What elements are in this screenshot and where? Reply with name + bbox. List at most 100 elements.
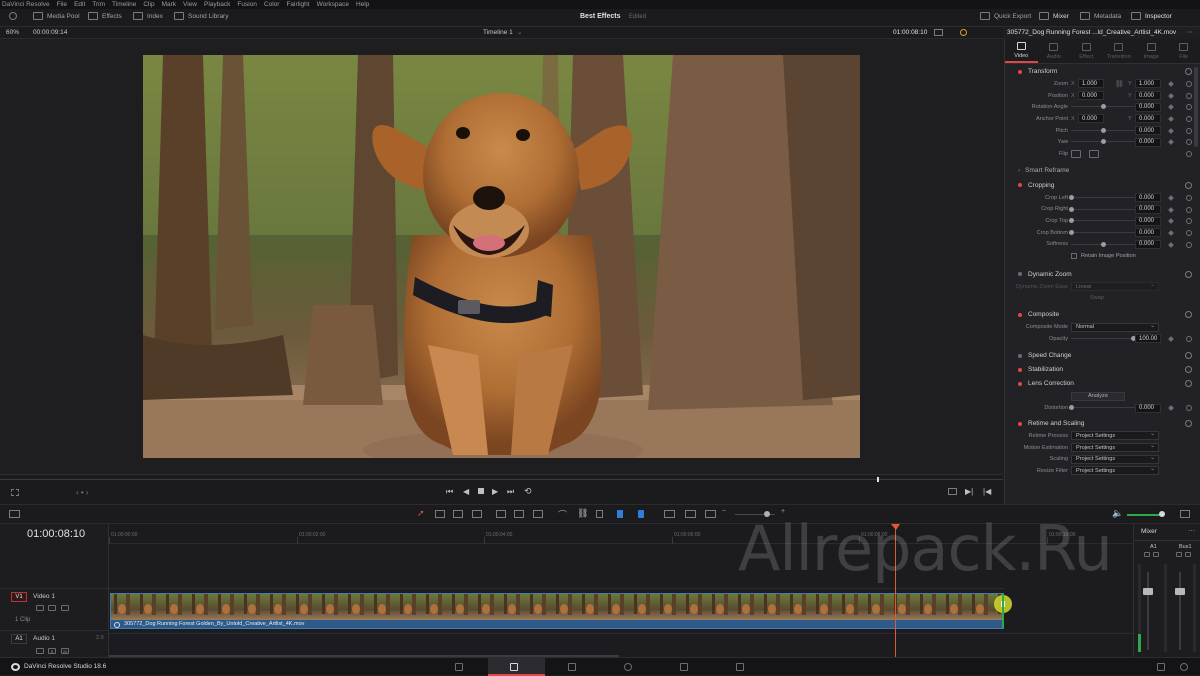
reset-icon[interactable] — [1186, 93, 1192, 99]
audio-meter-icon[interactable] — [1180, 510, 1190, 518]
fader-track-a1[interactable] — [1147, 572, 1149, 650]
yaw-field[interactable]: 0.000 — [1135, 138, 1161, 147]
mute-button[interactable]: M — [61, 648, 69, 654]
media-page-icon[interactable] — [455, 663, 463, 671]
anchor-x-field[interactable]: 0.000 — [1078, 114, 1104, 123]
reset-icon[interactable] — [1186, 116, 1192, 122]
position-x-field[interactable]: 0.000 — [1078, 91, 1104, 100]
menu-trim[interactable]: Trim — [92, 1, 105, 8]
pitch-slider[interactable] — [1071, 130, 1135, 131]
fader-knob-a1[interactable] — [1143, 588, 1153, 595]
zoom-in-icon[interactable]: + — [781, 508, 785, 515]
tab-effect[interactable]: Effect — [1070, 39, 1103, 63]
audio-track-header[interactable]: A1 Audio 1 2.0 S M — [0, 630, 108, 657]
fairlight-page-icon[interactable] — [680, 663, 688, 671]
keyframe-icon[interactable] — [1168, 140, 1174, 146]
marker-icon[interactable] — [638, 510, 644, 518]
slider-knob[interactable] — [1101, 128, 1106, 133]
slider-knob[interactable] — [1101, 242, 1106, 247]
keyframe-icon[interactable] — [1168, 116, 1174, 122]
menu-help[interactable]: Help — [356, 1, 369, 8]
reset-icon[interactable] — [1186, 139, 1192, 145]
mute-button[interactable] — [1185, 552, 1191, 557]
slider-knob[interactable] — [1069, 218, 1074, 223]
playhead-marker[interactable] — [891, 524, 900, 530]
motion-dropdown[interactable]: Project Settings — [1071, 443, 1159, 452]
stabilization-header[interactable]: Stabilization — [1005, 363, 1200, 377]
menu-view[interactable]: View — [183, 1, 197, 8]
menu-edit[interactable]: Edit — [74, 1, 85, 8]
index-button[interactable]: Index — [133, 12, 163, 20]
tab-transition[interactable]: Transition — [1103, 39, 1136, 63]
crop-bottom-field[interactable]: 0.000 — [1135, 228, 1161, 237]
stop-button[interactable] — [478, 488, 484, 494]
settings-gear-icon[interactable] — [1180, 663, 1188, 671]
anchor-y-field[interactable]: 0.000 — [1135, 114, 1161, 123]
menu-mark[interactable]: Mark — [162, 1, 176, 8]
volume-icon[interactable]: 🔈 — [1112, 508, 1123, 519]
opacity-field[interactable]: 100.00 — [1135, 334, 1161, 343]
keyframe-icon[interactable] — [1168, 93, 1174, 99]
insert-clip-icon[interactable] — [496, 510, 506, 518]
menu-davinci[interactable]: DaVinci Resolve — [2, 1, 50, 8]
reset-icon[interactable] — [1186, 336, 1192, 342]
replace-clip-icon[interactable] — [533, 510, 543, 518]
keyframe-icon[interactable] — [1168, 218, 1174, 224]
reset-icon[interactable] — [1186, 128, 1192, 134]
menu-playback[interactable]: Playback — [204, 1, 230, 8]
analyze-button[interactable]: Analyze — [1071, 392, 1125, 401]
distortion-slider[interactable] — [1071, 407, 1135, 408]
smart-reframe-header[interactable]: ›Smart Reframe — [1005, 164, 1200, 177]
lens-correction-header[interactable]: Lens Correction — [1005, 377, 1200, 391]
opacity-slider[interactable] — [1071, 338, 1135, 339]
video-track-header[interactable]: V1 Video 1 1 Clip — [0, 588, 108, 628]
zoom-custom-icon[interactable] — [705, 510, 716, 518]
keyframe-icon[interactable] — [1168, 81, 1174, 87]
zoom-full-icon[interactable] — [664, 510, 675, 518]
view-options-icon[interactable] — [934, 29, 943, 36]
enable-toggle-icon[interactable] — [1018, 368, 1022, 372]
video-clip[interactable]: 305772_Dog Running Forest Golden_By_Unto… — [110, 593, 1004, 629]
slider-knob[interactable] — [1069, 405, 1074, 410]
flip-vertical-button[interactable] — [1089, 150, 1099, 158]
crop-left-slider[interactable] — [1071, 197, 1135, 198]
crop-right-field[interactable]: 0.000 — [1135, 205, 1161, 214]
playhead[interactable] — [895, 524, 896, 657]
media-pool-button[interactable]: Media Pool — [33, 12, 80, 20]
lock-track-icon[interactable] — [36, 605, 44, 611]
scaling-dropdown[interactable]: Project Settings — [1071, 455, 1159, 464]
reset-icon[interactable] — [1186, 242, 1192, 248]
keyframe-icon[interactable] — [1168, 207, 1174, 213]
quick-export-button[interactable]: Quick Export — [980, 12, 1031, 20]
slider-knob[interactable] — [1069, 207, 1074, 212]
transform-header[interactable]: Transform — [1005, 65, 1200, 78]
edit-page-icon[interactable] — [510, 663, 518, 671]
menu-fusion[interactable]: Fusion — [237, 1, 257, 8]
prev-frame-button[interactable]: |◀ — [983, 487, 991, 496]
pitch-field[interactable]: 0.000 — [1135, 126, 1161, 135]
flip-horizontal-button[interactable] — [1071, 150, 1081, 158]
snapping-icon[interactable]: ⌒ — [558, 508, 567, 521]
nav-prev-next-icon[interactable]: ‹ • › — [76, 488, 89, 497]
zoom-level[interactable]: 60% — [6, 29, 19, 36]
retain-checkbox[interactable] — [1071, 253, 1077, 259]
slider-knob[interactable] — [1101, 104, 1106, 109]
retime-process-dropdown[interactable]: Project Settings — [1071, 431, 1159, 440]
enable-toggle-icon[interactable] — [1018, 272, 1022, 276]
v1-track-id[interactable]: V1 — [11, 592, 27, 602]
reset-icon[interactable] — [1185, 271, 1192, 278]
lock-track-icon[interactable] — [36, 648, 44, 654]
menu-file[interactable]: File — [57, 1, 67, 8]
jump-start-button[interactable]: ⏮ — [446, 487, 453, 497]
sound-library-button[interactable]: Sound Library — [174, 12, 228, 20]
effects-button[interactable]: Effects — [88, 12, 122, 20]
retime-header[interactable]: Retime and Scaling — [1005, 417, 1200, 430]
fullscreen-icon[interactable] — [948, 488, 957, 495]
fader-track-bus1[interactable] — [1179, 572, 1181, 650]
softness-slider[interactable] — [1071, 244, 1135, 245]
crop-top-slider[interactable] — [1071, 220, 1135, 221]
video-frame[interactable] — [143, 55, 860, 458]
audio-track-name[interactable]: Audio 1 — [33, 635, 55, 642]
reset-icon[interactable] — [1186, 405, 1192, 411]
timeline-ruler[interactable]: 01:00:00:00 01:00:02:00 01:00:04:00 01:0… — [109, 524, 1133, 544]
